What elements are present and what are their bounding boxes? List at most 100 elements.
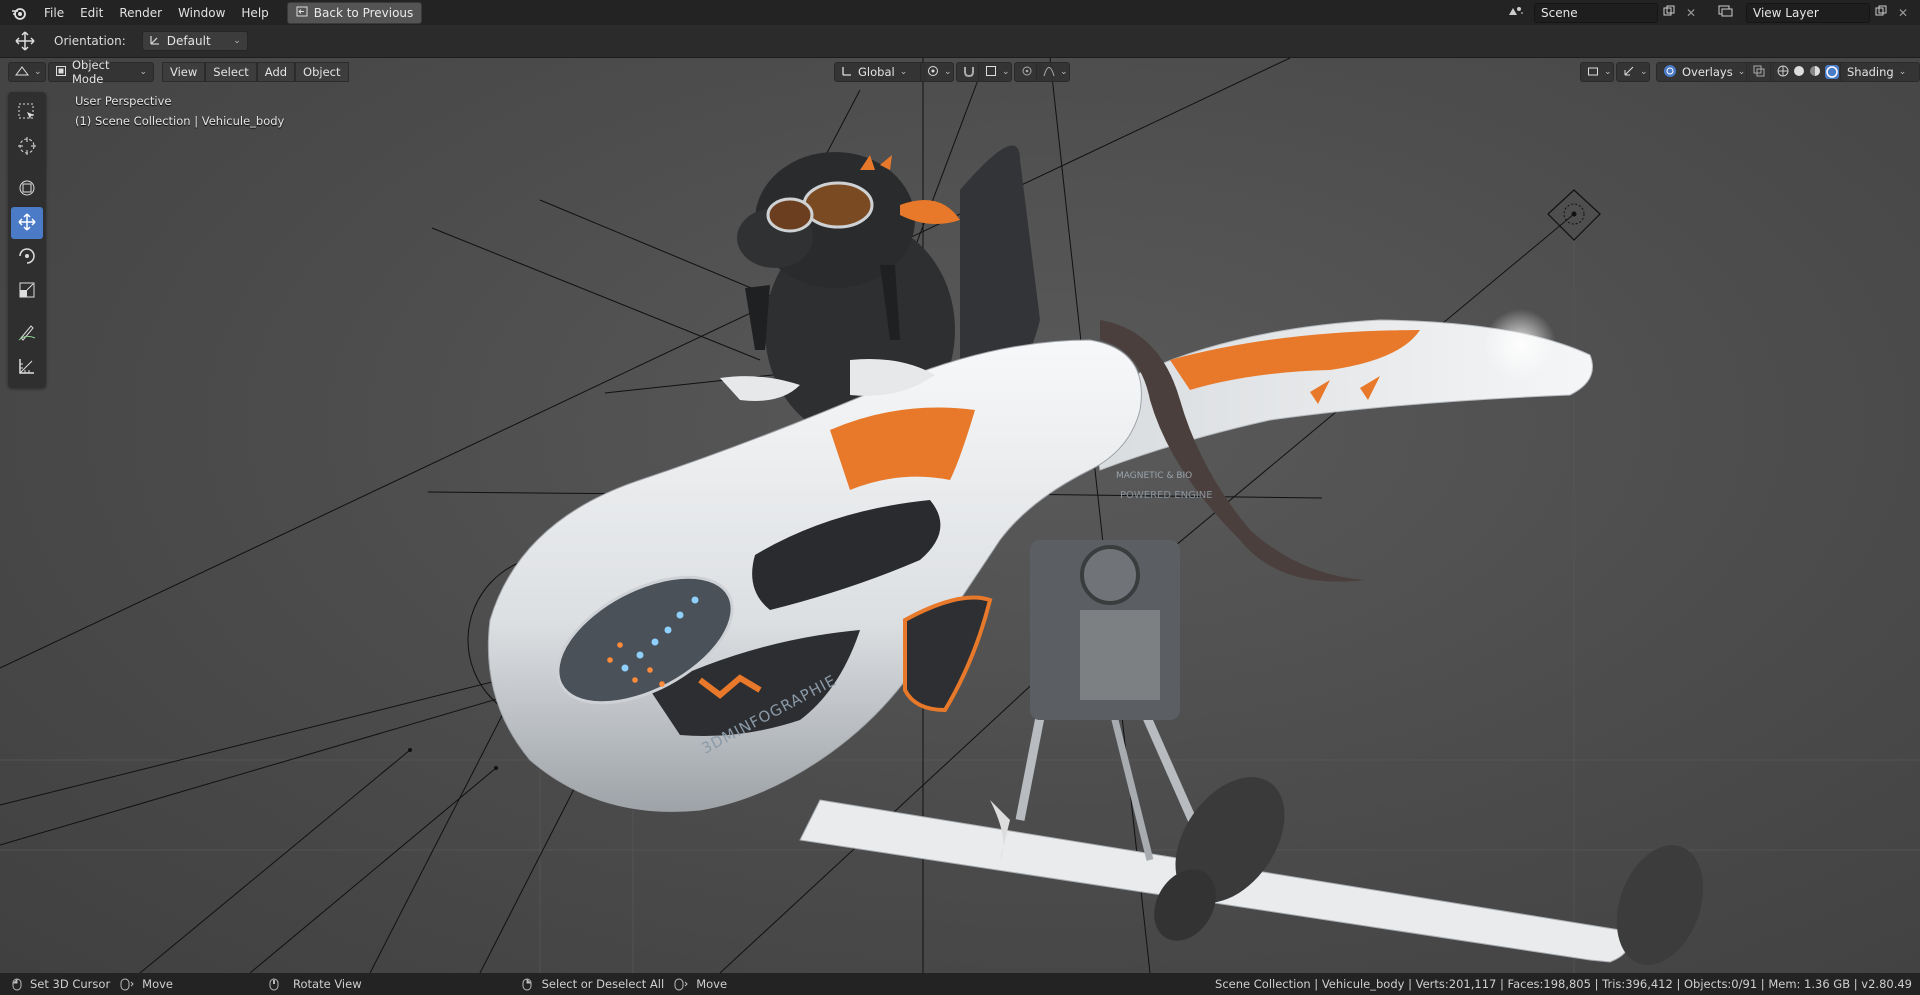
magnet-icon (963, 65, 975, 80)
3d-view-icon (15, 65, 29, 80)
delete-scene-button[interactable]: ✕ (1680, 4, 1702, 22)
chevron-down-icon: ⌄ (1898, 67, 1907, 77)
falloff-dropdown[interactable]: ⌄ (1036, 62, 1070, 82)
delete-view-layer-button[interactable]: ✕ (1892, 4, 1914, 22)
object-mode-dropdown[interactable]: Object Mode ⌄ (48, 58, 154, 86)
view-object-types-dropdown[interactable]: ⌄ (1580, 62, 1614, 82)
back-to-previous-label: Back to Previous (313, 5, 414, 20)
hint-select-deselect-all: Select or Deselect All (541, 977, 665, 991)
overlays-label: Overlays (1682, 65, 1733, 79)
menu-window[interactable]: Window (170, 3, 233, 23)
view-layer-value: View Layer (1753, 5, 1819, 20)
blender-logo-icon[interactable] (8, 6, 30, 20)
tool-measure[interactable] (11, 351, 43, 383)
hint-move: Move (142, 977, 174, 991)
view-perspective-label: User Perspective (75, 94, 172, 108)
object-mode-icon (55, 65, 67, 80)
scale-icon (17, 280, 37, 303)
mouse-left-icon (12, 978, 22, 991)
wireframe-shading-icon[interactable] (1777, 65, 1789, 80)
tool-cursor[interactable] (11, 131, 43, 163)
view-layer-field[interactable]: View Layer (1746, 2, 1870, 23)
orientation-value: Default (166, 34, 211, 48)
viewport-header: ⌄ Object Mode ⌄ View Select Add Object G… (0, 58, 1920, 86)
scene-icon (1507, 5, 1525, 20)
tool-select-box[interactable] (11, 97, 43, 129)
new-view-layer-button[interactable] (1870, 4, 1892, 22)
chevron-down-icon: ⌄ (139, 67, 147, 77)
viewport-menu-view[interactable]: View (162, 62, 206, 82)
chevron-down-icon: ⌄ (1737, 67, 1746, 77)
light-object-icon (1547, 189, 1601, 241)
annotate-icon (17, 322, 37, 345)
hint-rotate-view: Rotate View (293, 977, 362, 991)
gizmo-toggle-dropdown[interactable]: ⌄ (1616, 62, 1650, 82)
measure-icon (17, 356, 37, 379)
engine-decal-line1: MAGNETIC & BIO (1116, 471, 1192, 481)
close-icon: ✕ (1685, 5, 1697, 20)
xray-icon (1753, 65, 1765, 80)
view-layer-icon (1718, 5, 1736, 20)
view-layer-selector-button[interactable] (1712, 4, 1742, 22)
close-icon: ✕ (1897, 5, 1909, 20)
scene-selector-button[interactable] (1502, 4, 1530, 22)
hint-set-3d-cursor: Set 3D Cursor (30, 977, 111, 991)
pivot-point-dropdown[interactable]: ⌄ (920, 62, 954, 82)
menu-render[interactable]: Render (111, 3, 170, 23)
chevron-down-icon: ⌄ (34, 67, 42, 77)
global-axes-icon (841, 65, 853, 80)
transform-orientation-dropdown[interactable]: Global ⌄ (834, 62, 926, 82)
material-shading-icon[interactable] (1809, 65, 1821, 80)
shading-dropdown[interactable]: Shading ⌄ (1840, 62, 1920, 82)
snap-increment-icon (985, 65, 997, 80)
viewport-menu-add[interactable]: Add (256, 62, 296, 82)
duplicate-icon (1875, 5, 1887, 20)
tool-annotate[interactable] (11, 317, 43, 349)
menu-file[interactable]: File (36, 3, 72, 23)
chevron-down-icon: ⌄ (1604, 67, 1612, 77)
back-to-previous-button[interactable]: Back to Previous (286, 1, 423, 24)
proportional-icon (1021, 65, 1033, 80)
mouse-left-drag-icon (120, 978, 134, 991)
transform-icon (17, 178, 37, 201)
chevron-down-icon: ⌄ (1060, 67, 1068, 77)
mouse-right-drag-icon (674, 978, 688, 991)
tool-shelf (8, 92, 46, 388)
hint-move-2: Move (696, 977, 728, 991)
menu-help[interactable]: Help (233, 3, 276, 23)
tool-scale[interactable] (11, 275, 43, 307)
chevron-down-icon: ⌄ (1002, 67, 1010, 77)
chevron-down-icon: ⌄ (899, 67, 908, 77)
active-collection-label: (1) Scene Collection | Vehicule_body (75, 114, 285, 128)
solid-shading-icon[interactable] (1793, 65, 1805, 80)
3d-viewport[interactable]: 3DMINFOGRAPHIE MAGNETIC & BIO POWERED EN… (0, 58, 1920, 973)
duplicate-icon (1663, 5, 1675, 20)
viewport-menu-select[interactable]: Select (205, 62, 257, 82)
select-box-icon (17, 102, 37, 125)
tool-move[interactable] (11, 207, 43, 239)
snap-target-dropdown[interactable]: ⌄ (978, 62, 1012, 82)
scene-statistics: Scene Collection | Vehicule_body | Verts… (1215, 977, 1912, 991)
tool-rotate[interactable] (11, 241, 43, 273)
shading-modes-group (1770, 62, 1846, 82)
new-scene-button[interactable] (1658, 4, 1680, 22)
rotate-icon (17, 246, 37, 269)
chevron-down-icon: ⌄ (1640, 67, 1648, 77)
top-bar: File Edit Render Window Help Back to Pre… (0, 0, 1920, 25)
back-icon (296, 6, 308, 20)
object-mode-label: Object Mode (72, 58, 110, 86)
overlays-dropdown[interactable]: Overlays ⌄ (1656, 62, 1750, 82)
editor-type-button[interactable]: ⌄ (8, 62, 46, 82)
shading-label: Shading (1847, 65, 1894, 79)
menu-edit[interactable]: Edit (72, 3, 111, 23)
mouse-middle-icon (269, 978, 279, 991)
tool-transform[interactable] (11, 173, 43, 205)
scene-render: 3DMINFOGRAPHIE MAGNETIC & BIO POWERED EN… (0, 58, 1920, 973)
chevron-down-icon: ⌄ (233, 36, 241, 46)
orientation-dropdown[interactable]: Default ⌄ (141, 31, 248, 51)
rendered-shading-icon[interactable] (1825, 65, 1839, 79)
viewport-menu-object[interactable]: Object (295, 62, 349, 82)
scene-name-field[interactable]: Scene (1534, 2, 1658, 23)
move-icon (17, 212, 37, 235)
mouse-right-icon (522, 978, 532, 991)
